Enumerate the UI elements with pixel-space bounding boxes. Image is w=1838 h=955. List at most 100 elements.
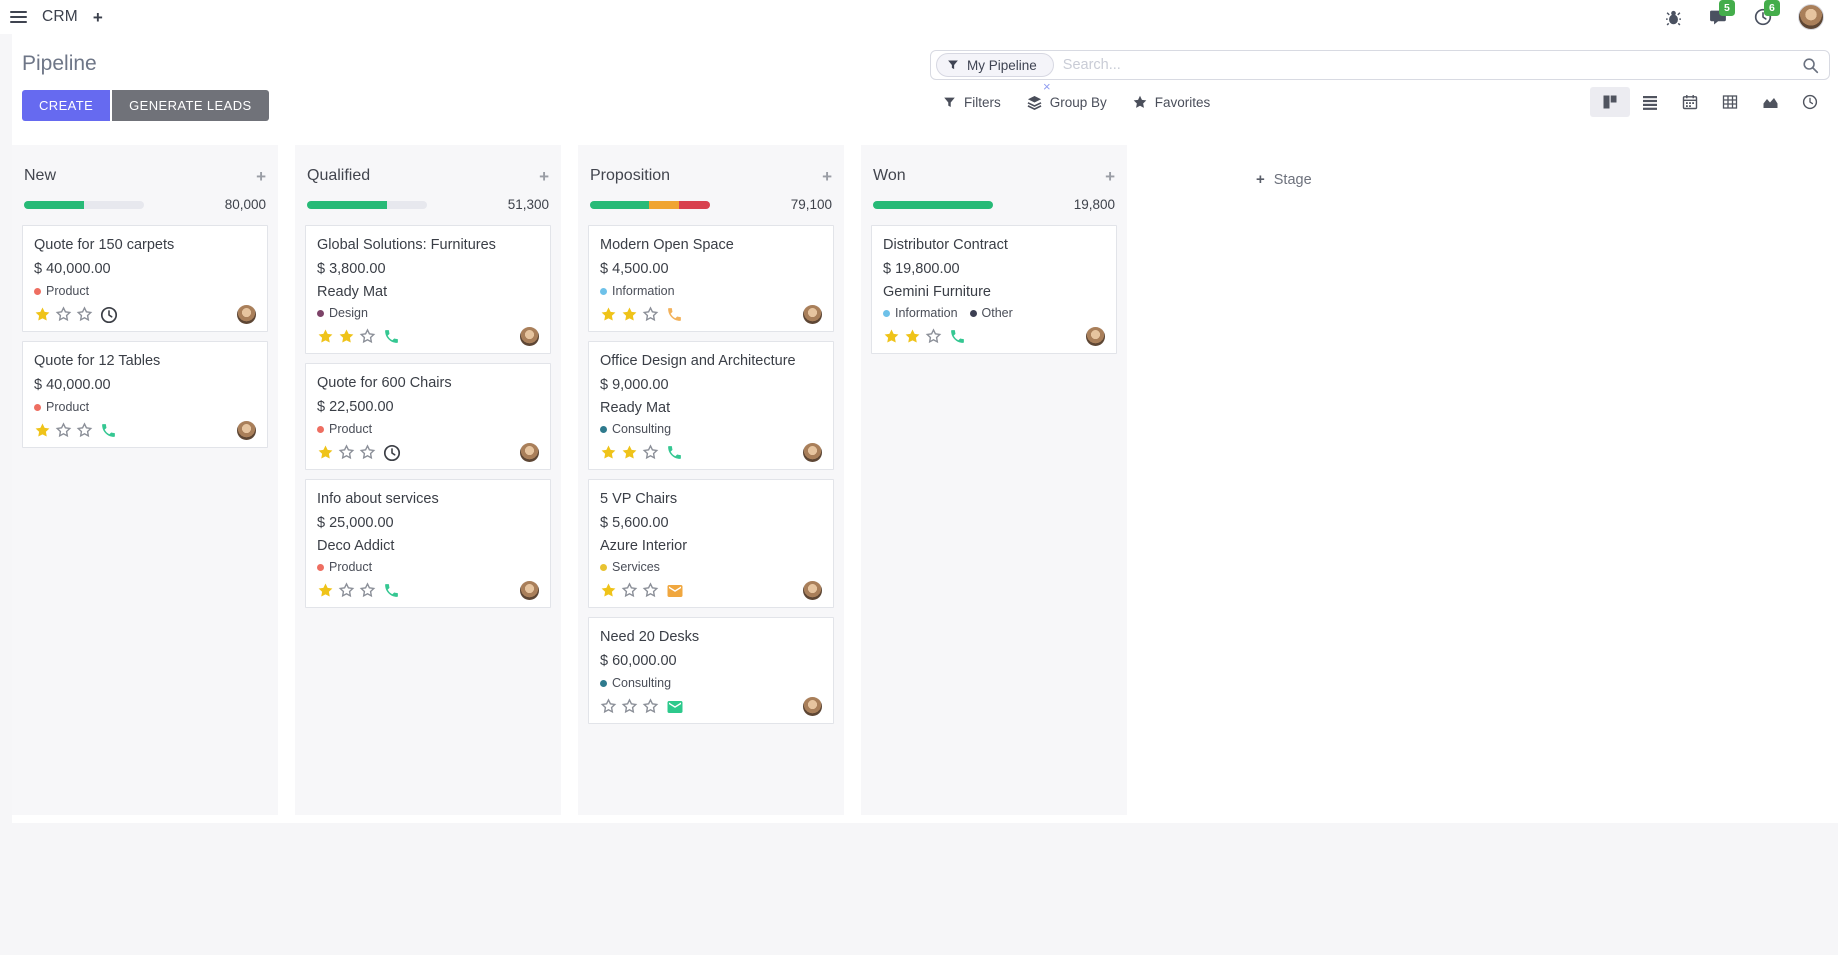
- salesperson-avatar[interactable]: [520, 581, 539, 600]
- add-tab-icon[interactable]: +: [93, 9, 103, 26]
- star-filled-icon[interactable]: [600, 306, 617, 323]
- star-filled-icon[interactable]: [883, 328, 900, 345]
- salesperson-avatar[interactable]: [520, 443, 539, 462]
- clock-icon[interactable]: [100, 306, 118, 324]
- kanban-card[interactable]: Quote for 150 carpets $ 40,000.00Product: [22, 225, 268, 332]
- star-filled-icon[interactable]: [317, 582, 334, 599]
- card-amount: $ 40,000.00: [34, 261, 256, 277]
- column-progressbar[interactable]: [24, 201, 144, 209]
- search-icon[interactable]: [1802, 57, 1819, 74]
- messages-icon[interactable]: 5: [1708, 7, 1728, 27]
- star-empty-icon[interactable]: [621, 698, 638, 715]
- mail-icon[interactable]: [666, 698, 684, 716]
- user-avatar[interactable]: [1798, 4, 1824, 30]
- kanban-card[interactable]: Quote for 12 Tables $ 40,000.00Product: [22, 341, 268, 448]
- search-bar[interactable]: My Pipeline: [930, 50, 1830, 80]
- star-filled-icon[interactable]: [621, 444, 638, 461]
- card-title: Global Solutions: Furnitures: [317, 237, 539, 253]
- column-counter: 80,000: [225, 197, 266, 212]
- card-title: 5 VP Chairs: [600, 491, 822, 507]
- create-button[interactable]: CREATE: [22, 90, 110, 121]
- salesperson-avatar[interactable]: [237, 421, 256, 440]
- star-filled-icon[interactable]: [34, 306, 51, 323]
- phone-icon[interactable]: [666, 306, 683, 323]
- star-empty-icon[interactable]: [621, 582, 638, 599]
- star-filled-icon[interactable]: [317, 328, 334, 345]
- kanban-card[interactable]: Modern Open Space $ 4,500.00Information: [588, 225, 834, 332]
- phone-icon[interactable]: [100, 422, 117, 439]
- view-switch-calendar-icon[interactable]: [1670, 87, 1710, 117]
- kanban-card[interactable]: 5 VP Chairs $ 5,600.00Azure InteriorServ…: [588, 479, 834, 608]
- star-empty-icon[interactable]: [925, 328, 942, 345]
- bug-icon[interactable]: [1663, 7, 1683, 27]
- phone-icon[interactable]: [383, 582, 400, 599]
- kanban-card[interactable]: Global Solutions: Furnitures $ 3,800.00R…: [305, 225, 551, 354]
- star-empty-icon[interactable]: [359, 328, 376, 345]
- quick-add-icon[interactable]: +: [256, 168, 266, 185]
- kanban-card[interactable]: Quote for 600 Chairs $ 22,500.00Product: [305, 363, 551, 470]
- star-empty-icon[interactable]: [338, 444, 355, 461]
- salesperson-avatar[interactable]: [520, 327, 539, 346]
- star-empty-icon[interactable]: [600, 698, 617, 715]
- view-switch-pivot-icon[interactable]: [1710, 87, 1750, 117]
- search-input[interactable]: [1063, 57, 1802, 73]
- salesperson-avatar[interactable]: [237, 305, 256, 324]
- star-filled-icon[interactable]: [338, 328, 355, 345]
- star-empty-icon[interactable]: [642, 444, 659, 461]
- star-empty-icon[interactable]: [359, 582, 376, 599]
- kanban-card[interactable]: Need 20 Desks $ 60,000.00Consulting: [588, 617, 834, 724]
- star-empty-icon[interactable]: [76, 422, 93, 439]
- quick-add-icon[interactable]: +: [539, 168, 549, 185]
- column-progressbar[interactable]: [873, 201, 993, 209]
- view-switch-list-icon[interactable]: [1630, 87, 1670, 117]
- star-filled-icon[interactable]: [317, 444, 334, 461]
- app-name[interactable]: CRM: [42, 8, 78, 26]
- phone-icon[interactable]: [666, 444, 683, 461]
- clock-icon[interactable]: [383, 444, 401, 462]
- mail-icon[interactable]: [666, 582, 684, 600]
- star-empty-icon[interactable]: [55, 306, 72, 323]
- view-switch-kanban-icon[interactable]: [1590, 87, 1630, 117]
- star-filled-icon[interactable]: [600, 582, 617, 599]
- salesperson-avatar[interactable]: [803, 443, 822, 462]
- star-filled-icon[interactable]: [600, 444, 617, 461]
- star-filled-icon[interactable]: [34, 422, 51, 439]
- group-by-menu[interactable]: Group By: [1014, 89, 1120, 116]
- view-switch-graph-icon[interactable]: [1750, 87, 1790, 117]
- phone-icon[interactable]: [949, 328, 966, 345]
- salesperson-avatar[interactable]: [803, 581, 822, 600]
- star-empty-icon[interactable]: [76, 306, 93, 323]
- priority-stars: [317, 328, 376, 345]
- star-empty-icon[interactable]: [359, 444, 376, 461]
- quick-add-icon[interactable]: +: [822, 168, 832, 185]
- priority-stars: [317, 582, 376, 599]
- card-title: Info about services: [317, 491, 539, 507]
- activities-icon[interactable]: 6: [1753, 7, 1773, 27]
- star-empty-icon[interactable]: [642, 306, 659, 323]
- quick-add-icon[interactable]: +: [1105, 168, 1115, 185]
- star-filled-icon[interactable]: [904, 328, 921, 345]
- apps-menu-icon[interactable]: [10, 11, 27, 24]
- filters-menu[interactable]: Filters: [930, 89, 1014, 116]
- kanban-card[interactable]: Info about services $ 25,000.00Deco Addi…: [305, 479, 551, 608]
- salesperson-avatar[interactable]: [803, 305, 822, 324]
- view-switch-activity-icon[interactable]: [1790, 87, 1830, 117]
- star-filled-icon[interactable]: [621, 306, 638, 323]
- salesperson-avatar[interactable]: [1086, 327, 1105, 346]
- generate-leads-button[interactable]: GENERATE LEADS: [112, 90, 268, 121]
- star-empty-icon[interactable]: [338, 582, 355, 599]
- star-empty-icon[interactable]: [642, 582, 659, 599]
- add-stage-button[interactable]: + Stage: [1256, 171, 1312, 188]
- kanban-card[interactable]: Office Design and Architecture $ 9,000.0…: [588, 341, 834, 470]
- star-empty-icon[interactable]: [642, 698, 659, 715]
- column-progressbar[interactable]: [590, 201, 710, 209]
- salesperson-avatar[interactable]: [803, 697, 822, 716]
- card-tag: Product: [34, 400, 89, 414]
- favorites-menu[interactable]: Favorites: [1120, 89, 1224, 116]
- search-facet[interactable]: My Pipeline: [936, 53, 1054, 77]
- kanban-card[interactable]: Distributor Contract $ 19,800.00Gemini F…: [871, 225, 1117, 354]
- star-empty-icon[interactable]: [55, 422, 72, 439]
- facet-remove-icon[interactable]: ×: [1043, 79, 1051, 94]
- phone-icon[interactable]: [383, 328, 400, 345]
- column-progressbar[interactable]: [307, 201, 427, 209]
